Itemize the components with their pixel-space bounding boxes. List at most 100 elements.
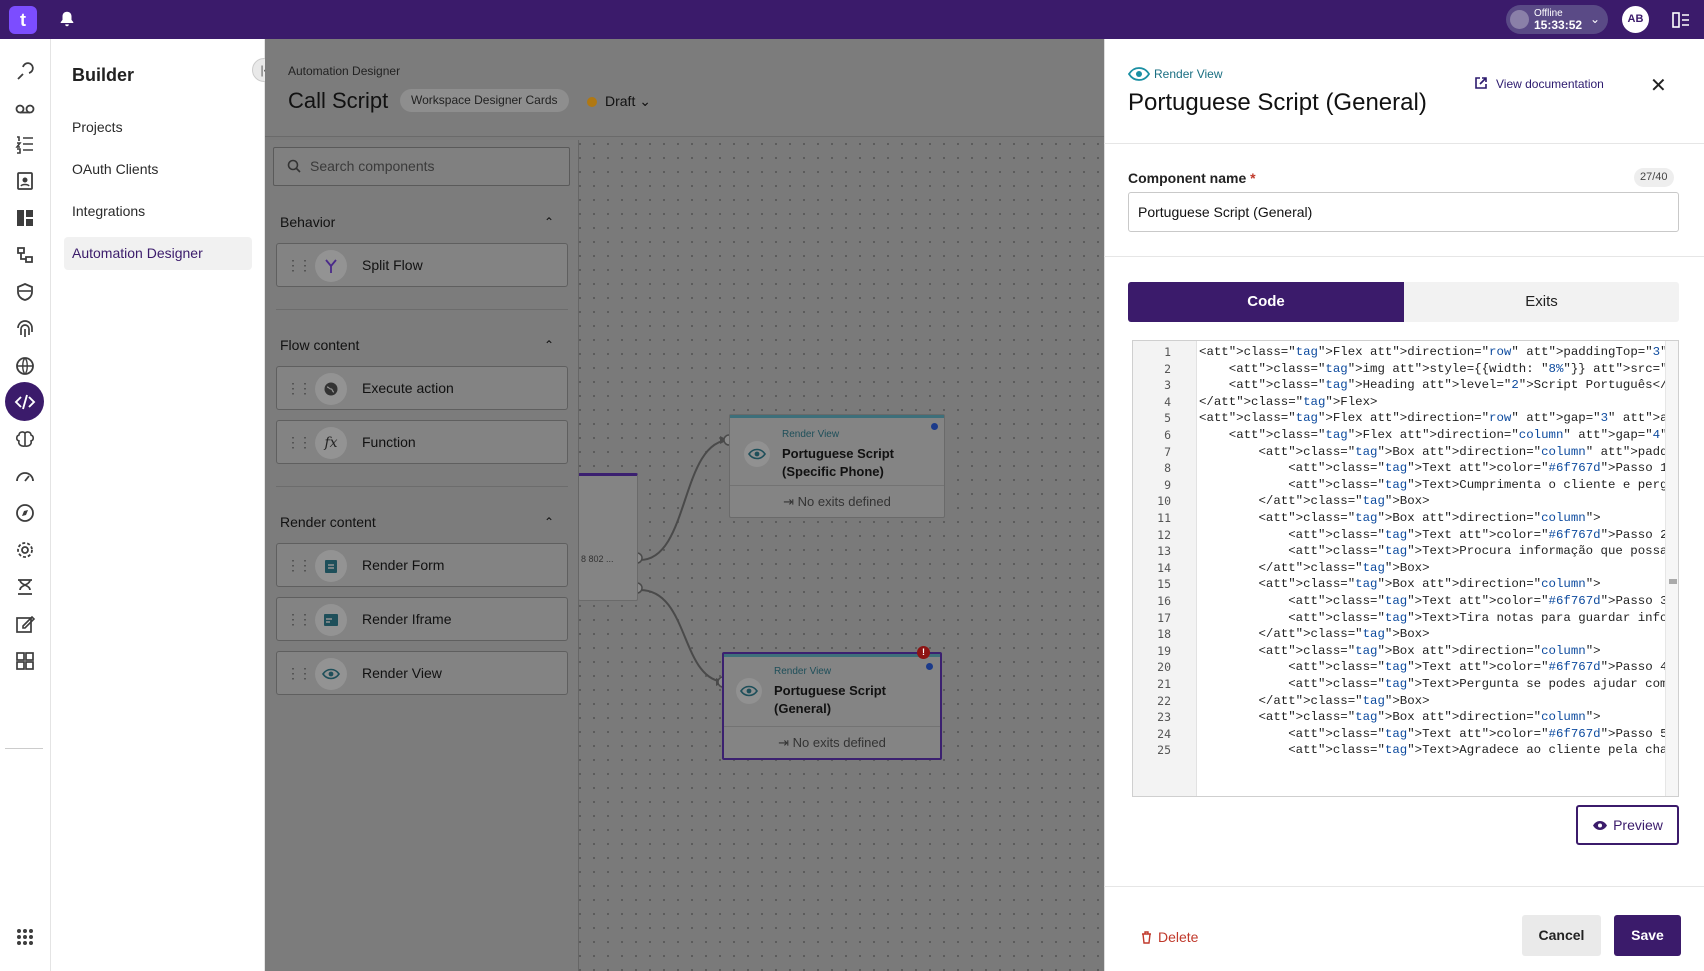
code-line: <att">class="tag">Text>Agradece ao clien…	[1199, 743, 1678, 758]
line-number: 12	[1157, 527, 1171, 542]
drag-handle-icon[interactable]: ⋮⋮	[286, 557, 312, 574]
preview-button[interactable]: Preview	[1576, 805, 1679, 845]
drag-handle-icon[interactable]: ⋮⋮	[286, 434, 312, 451]
code-line: <att">class="tag">Box att">direction="co…	[1199, 643, 1601, 658]
view-documentation-link[interactable]: View documentation	[1474, 76, 1604, 91]
code-line: <att">class="tag">Heading att">level="2"…	[1199, 378, 1678, 393]
node-top-accent	[724, 654, 940, 657]
status-selector[interactable]: Offline 15:33:52 ⌄	[1506, 5, 1608, 34]
search-placeholder: Search components	[310, 158, 435, 174]
flow-node-specific-phone[interactable]: Render View Portuguese Script (Specific P…	[729, 414, 945, 518]
node-top-accent	[730, 415, 944, 418]
component-label: Function	[362, 434, 416, 450]
line-number: 22	[1157, 693, 1171, 708]
node-kind: Render View	[782, 429, 840, 440]
component-render-form[interactable]: ⋮⋮ Render Form	[276, 543, 568, 587]
section-flow-content[interactable]: Flow content	[280, 337, 359, 353]
code-line: </att">class="tag">Box>	[1199, 627, 1430, 642]
editor-scroll-thumb[interactable]	[1669, 579, 1677, 584]
node-name: Portuguese Script (Specific Phone)	[782, 446, 894, 479]
component-label: Execute action	[362, 380, 454, 396]
component-label: Split Flow	[362, 257, 423, 273]
line-number: 9	[1164, 477, 1171, 492]
panel-kind: Render View	[1127, 67, 1222, 81]
code-line: </att">class="tag">Box>	[1199, 693, 1430, 708]
code-line: <att">class="tag">Text att">color="#6f76…	[1199, 527, 1679, 542]
line-number: 19	[1157, 643, 1171, 658]
node-indicator-dot	[926, 663, 933, 670]
line-number: 3	[1164, 378, 1171, 393]
code-line: <att">class="tag">Text att">color="#6f76…	[1199, 660, 1679, 675]
line-number: 8	[1164, 461, 1171, 476]
code-line: <att">class="tag">Box att">direction="co…	[1199, 511, 1601, 525]
flow-node-partial[interactable]: 8 802 ...	[578, 473, 638, 601]
code-line: <att">class="tag">Text att">color="#6f76…	[1199, 461, 1679, 476]
chevron-up-icon[interactable]: ⌃	[544, 215, 554, 229]
code-exits-tabs: Code Exits	[1128, 282, 1679, 322]
eye-icon	[1127, 67, 1151, 81]
search-input[interactable]: Search components	[273, 147, 570, 186]
line-number: 16	[1157, 594, 1171, 608]
save-button[interactable]: Save	[1614, 915, 1681, 956]
flow-node-general[interactable]: Render View Portuguese Script (General) ⇥…	[722, 652, 942, 760]
section-behavior[interactable]: Behavior	[280, 214, 335, 230]
line-number: 7	[1164, 444, 1171, 459]
component-render-iframe[interactable]: ⋮⋮ Render Iframe	[276, 597, 568, 641]
close-icon[interactable]: ✕	[1650, 73, 1667, 98]
cancel-button[interactable]: Cancel	[1522, 915, 1601, 956]
line-number: 1	[1164, 345, 1171, 359]
code-line: </att">class="tag">Box>	[1199, 560, 1430, 575]
code-line: <att">class="tag">Text>Tira notas para g…	[1199, 610, 1678, 625]
component-name-field[interactable]	[1128, 192, 1679, 232]
line-number: 5	[1164, 411, 1171, 426]
error-badge: !	[917, 646, 930, 659]
drag-handle-icon[interactable]: ⋮⋮	[286, 380, 312, 397]
component-execute-action[interactable]: ⋮⋮ Execute action	[276, 366, 568, 410]
component-function[interactable]: ⋮⋮ fx Function	[276, 420, 568, 464]
line-number: 23	[1157, 710, 1171, 725]
line-number: 6	[1164, 428, 1171, 442]
line-number: 15	[1157, 577, 1171, 592]
code-line: <att">class="tag">Box att">direction="co…	[1199, 710, 1601, 725]
tab-code[interactable]: Code	[1128, 282, 1404, 322]
panel-divider	[1104, 143, 1704, 144]
eye-icon	[315, 658, 347, 690]
code-line: <att">class="tag">Flex att">direction="r…	[1199, 345, 1678, 359]
drag-handle-icon[interactable]: ⋮⋮	[286, 665, 312, 682]
eye-icon	[736, 678, 762, 704]
partial-node-text: 8 802 ...	[581, 554, 614, 564]
code-line: </att">class="tag">Flex>	[1199, 394, 1378, 409]
eye-icon	[1593, 821, 1608, 830]
status-time: 15:33:52	[1534, 18, 1583, 32]
tab-exits[interactable]: Exits	[1404, 282, 1679, 322]
panel-menu-icon[interactable]	[1671, 10, 1691, 30]
line-number: 17	[1157, 610, 1171, 625]
drag-handle-icon[interactable]: ⋮⋮	[286, 257, 312, 274]
component-render-view[interactable]: ⋮⋮ Render View	[276, 651, 568, 695]
panel-title: Portuguese Script (General)	[1128, 89, 1427, 116]
section-render-content[interactable]: Render content	[280, 514, 376, 530]
code-line: <att">class="tag">Flex att">direction="r…	[1199, 411, 1679, 426]
delete-button[interactable]: Delete	[1141, 929, 1198, 945]
code-line: <att">class="tag">Text>Procura informaçã…	[1199, 544, 1678, 559]
node-exits: ⇥ No exits defined	[724, 726, 940, 758]
section-divider	[276, 486, 568, 487]
drag-handle-icon[interactable]: ⋮⋮	[286, 611, 312, 628]
line-number: 14	[1157, 560, 1171, 575]
line-number: 10	[1157, 494, 1171, 509]
node-indicator-dot	[931, 423, 938, 430]
split-flow-icon	[315, 250, 347, 282]
code-line: </att">class="tag">Box>	[1199, 494, 1430, 509]
form-icon	[315, 550, 347, 582]
avatar[interactable]: AB	[1622, 6, 1649, 33]
editor-scrollbar[interactable]	[1665, 341, 1678, 796]
component-split-flow[interactable]: ⋮⋮ Split Flow	[276, 243, 568, 287]
chevron-up-icon[interactable]: ⌃	[544, 515, 554, 529]
component-label: Render Form	[362, 557, 445, 573]
code-editor[interactable]: 1 <att">class="tag">Flex att">direction="…	[1132, 340, 1679, 797]
line-number: 13	[1157, 544, 1171, 559]
code-line: <att">class="tag">Text att">color="#6f76…	[1199, 726, 1679, 741]
chevron-up-icon[interactable]: ⌃	[544, 338, 554, 352]
footer-divider	[1104, 886, 1704, 887]
panel-divider	[1104, 256, 1704, 257]
